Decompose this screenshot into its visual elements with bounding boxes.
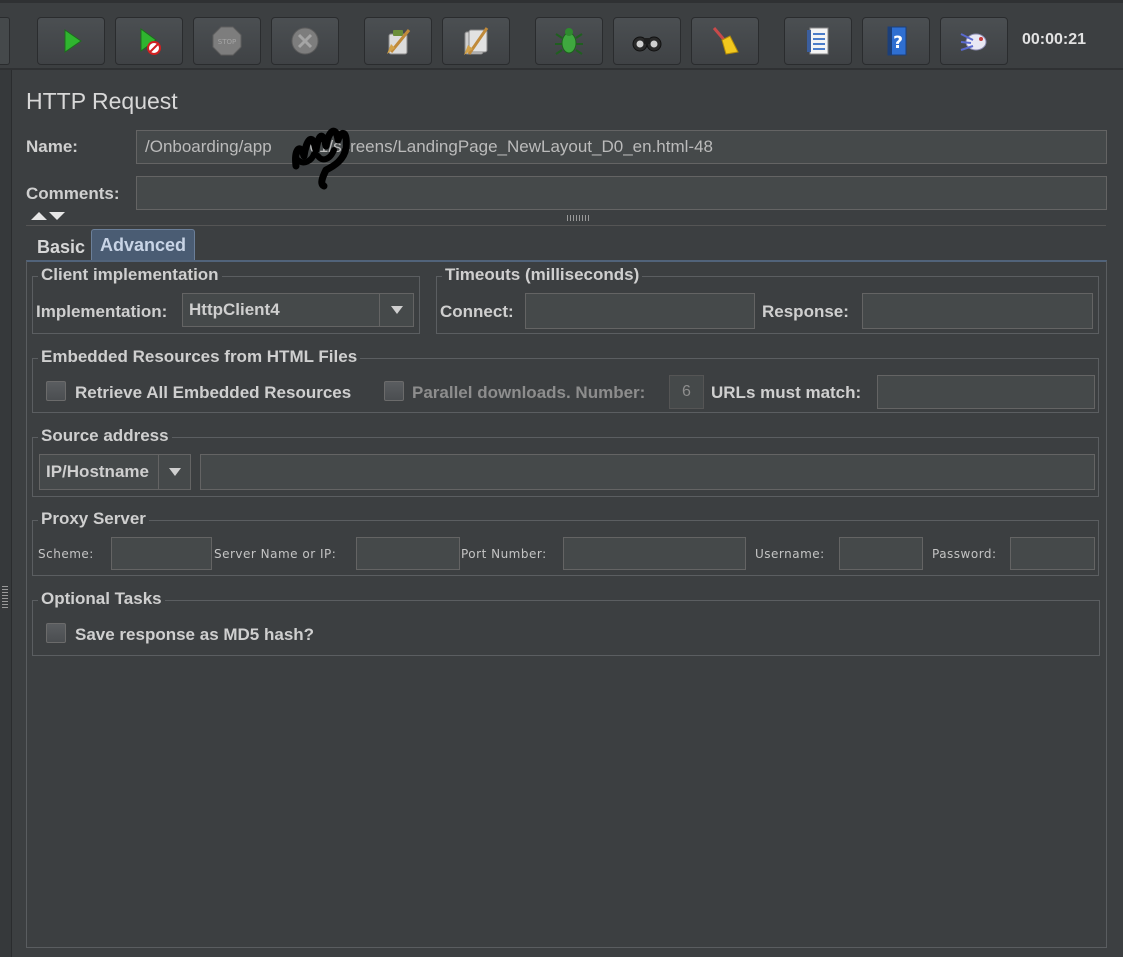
- md5-hash-label: Save response as MD5 hash?: [75, 625, 315, 644]
- start-button[interactable]: [37, 17, 105, 65]
- start-no-pauses-icon: [140, 28, 161, 55]
- retrieve-embedded-checkbox[interactable]: [46, 381, 66, 401]
- comments-resize-grip[interactable]: [567, 215, 591, 221]
- timeouts-group: Timeouts (milliseconds) Connect: Respons…: [436, 265, 1099, 334]
- source-address-group: Source address IP/Hostname: [32, 426, 1099, 497]
- svg-text:?: ?: [893, 33, 903, 53]
- retrieve-embedded-label: Retrieve All Embedded Resources: [75, 383, 352, 402]
- md5-hash-checkbox[interactable]: [46, 623, 66, 643]
- embedded-resources-title: Embedded Resources from HTML Files: [38, 347, 361, 367]
- implementation-selected-value: HttpClient4: [189, 300, 280, 319]
- header-separator: [26, 225, 1106, 226]
- parallel-downloads-checkbox[interactable]: [384, 381, 404, 401]
- clear-icon: [387, 29, 411, 55]
- clear-all-button[interactable]: [442, 17, 510, 65]
- implementation-dropdown[interactable]: [379, 294, 413, 326]
- source-address-dropdown[interactable]: [158, 455, 190, 489]
- client-implementation-title: Client implementation: [38, 265, 222, 285]
- urls-must-match-input[interactable]: [877, 375, 1095, 409]
- optional-tasks-title: Optional Tasks: [38, 589, 165, 609]
- remote-button[interactable]: [940, 17, 1008, 65]
- function-helper-button[interactable]: [784, 17, 852, 65]
- proxy-server-title: Proxy Server: [38, 509, 149, 529]
- svg-text:STOP: STOP: [218, 38, 236, 46]
- port-number-label: Port Number:: [461, 547, 547, 561]
- toolbar-overflow-edge[interactable]: [0, 17, 10, 65]
- reset-search-button[interactable]: [691, 17, 759, 65]
- collapse-expand-icon[interactable]: [29, 210, 67, 222]
- toolbar: STOP ? 00:00:21: [0, 0, 1123, 70]
- name-label: Name:: [26, 137, 78, 156]
- help-icon: ?: [887, 26, 907, 56]
- binoculars-icon: [632, 36, 662, 52]
- proxy-username-input[interactable]: [839, 537, 923, 570]
- connect-timeout-input[interactable]: [525, 293, 755, 329]
- elapsed-timer: 00:00:21: [1022, 31, 1087, 48]
- embedded-resources-group: Embedded Resources from HTML Files Retri…: [32, 347, 1099, 413]
- tree-divider[interactable]: [0, 70, 12, 957]
- bug-icon: [555, 28, 583, 55]
- start-no-pauses-button[interactable]: [115, 17, 183, 65]
- search-button[interactable]: [613, 17, 681, 65]
- proxy-server-input[interactable]: [356, 537, 460, 570]
- optional-tasks-group: Optional Tasks Save response as MD5 hash…: [32, 589, 1100, 656]
- chevron-down-icon: [390, 306, 403, 314]
- start-icon: [64, 29, 82, 53]
- stop-button[interactable]: STOP: [193, 17, 261, 65]
- chevron-down-icon: [168, 468, 181, 476]
- proxy-scheme-input[interactable]: [111, 537, 212, 570]
- source-address-type-select[interactable]: IP/Hostname: [39, 454, 191, 490]
- help-button[interactable]: ?: [862, 17, 930, 65]
- proxy-server-group: Proxy Server Scheme: Server Name or IP: …: [32, 509, 1099, 576]
- urls-must-match-label: URLs must match:: [711, 383, 862, 402]
- implementation-label: Implementation:: [36, 302, 168, 321]
- timeouts-title: Timeouts (milliseconds): [442, 265, 643, 285]
- connect-label: Connect:: [440, 302, 514, 321]
- clear-all-icon: [464, 27, 489, 55]
- source-address-input[interactable]: [200, 454, 1095, 490]
- proxy-password-input[interactable]: [1010, 537, 1095, 570]
- implementation-select[interactable]: HttpClient4: [182, 293, 414, 327]
- shutdown-icon: [291, 27, 319, 55]
- page-title: HTTP Request: [26, 88, 178, 114]
- source-address-type-value: IP/Hostname: [46, 462, 149, 481]
- proxy-port-input[interactable]: [563, 537, 746, 570]
- stop-icon: STOP: [212, 26, 242, 56]
- password-label: Password:: [932, 547, 997, 561]
- tab-basic[interactable]: Basic: [29, 232, 93, 262]
- redaction-scribble: [292, 127, 350, 190]
- name-input[interactable]: [136, 130, 1107, 164]
- shutdown-button[interactable]: [271, 17, 339, 65]
- tab-advanced[interactable]: Advanced: [91, 229, 196, 261]
- parallel-downloads-number[interactable]: 6: [669, 375, 704, 409]
- username-label: Username:: [755, 547, 825, 561]
- response-timeout-input[interactable]: [862, 293, 1093, 329]
- comments-label: Comments:: [26, 184, 120, 203]
- debug-button[interactable]: [535, 17, 603, 65]
- source-address-title: Source address: [38, 426, 172, 446]
- clear-button[interactable]: [364, 17, 432, 65]
- broom-icon: [712, 27, 739, 55]
- function-helper-icon: [807, 27, 829, 55]
- client-implementation-group: Client implementation Implementation: Ht…: [32, 265, 420, 334]
- remote-icon: [960, 33, 987, 51]
- scheme-label: Scheme:: [38, 547, 94, 561]
- parallel-downloads-label: Parallel downloads. Number:: [412, 383, 646, 402]
- server-name-label: Server Name or IP:: [214, 547, 337, 561]
- divider-grip[interactable]: [2, 586, 8, 608]
- response-label: Response:: [762, 302, 849, 321]
- comments-input[interactable]: [136, 176, 1107, 210]
